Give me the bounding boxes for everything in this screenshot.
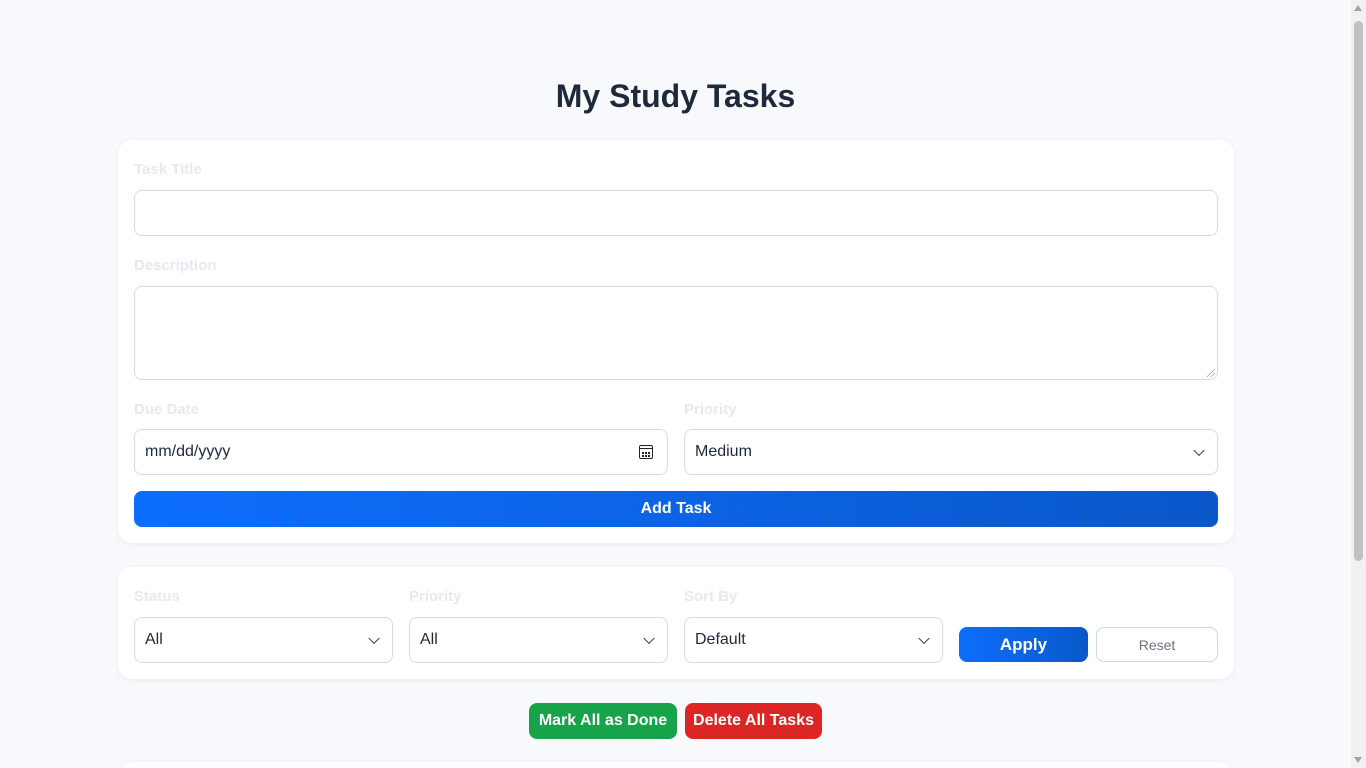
scroll-down-arrow-icon[interactable] <box>1354 757 1362 763</box>
page-title: My Study Tasks <box>555 78 796 114</box>
apply-filters-button[interactable]: Apply <box>959 627 1088 662</box>
priority-label: Priority <box>684 401 737 418</box>
due-date-input[interactable]: mm/dd/yyyy <box>134 429 668 475</box>
mark-all-done-button[interactable]: Mark All as Done <box>529 703 677 739</box>
filter-bar: Status All Priority All Sort By Default … <box>118 567 1234 679</box>
reset-filters-button[interactable]: Reset <box>1096 627 1218 662</box>
resize-handle-icon[interactable] <box>1207 369 1215 377</box>
sort-by-value: Default <box>695 631 746 648</box>
due-date-placeholder: mm/dd/yyyy <box>145 443 231 460</box>
status-filter-select[interactable]: All <box>134 617 393 663</box>
add-task-form: Task Title Description Due Date mm/dd/yy… <box>118 140 1234 543</box>
chevron-down-icon <box>368 632 380 645</box>
task-title-label: Task Title <box>134 161 202 178</box>
delete-all-tasks-button[interactable]: Delete All Tasks <box>685 703 822 739</box>
sort-by-label: Sort By <box>684 588 738 605</box>
description-label: Description <box>134 257 217 274</box>
chevron-down-icon <box>643 632 655 645</box>
due-date-label: Due Date <box>134 401 200 418</box>
status-filter-value: All <box>145 631 163 648</box>
page: My Study Tasks Task Title Description Du… <box>0 0 1351 768</box>
status-filter-label: Status <box>134 588 180 605</box>
sort-by-select[interactable]: Default <box>684 617 943 663</box>
priority-filter-value: All <box>420 631 438 648</box>
priority-select[interactable]: Medium <box>684 429 1218 475</box>
add-task-button[interactable]: Add Task <box>134 491 1218 527</box>
chevron-down-icon <box>918 632 930 645</box>
priority-filter-label: Priority <box>409 588 462 605</box>
priority-filter-select[interactable]: All <box>409 617 668 663</box>
task-list <box>118 762 1234 768</box>
priority-select-value: Medium <box>695 443 752 460</box>
task-title-input[interactable] <box>134 190 1218 236</box>
page-scrollbar[interactable] <box>1351 0 1366 768</box>
chevron-down-icon <box>1193 444 1205 457</box>
scrollbar-thumb[interactable] <box>1354 21 1363 561</box>
calendar-icon[interactable] <box>639 445 653 459</box>
description-textarea[interactable] <box>134 286 1218 380</box>
scroll-up-arrow-icon[interactable] <box>1354 5 1362 11</box>
